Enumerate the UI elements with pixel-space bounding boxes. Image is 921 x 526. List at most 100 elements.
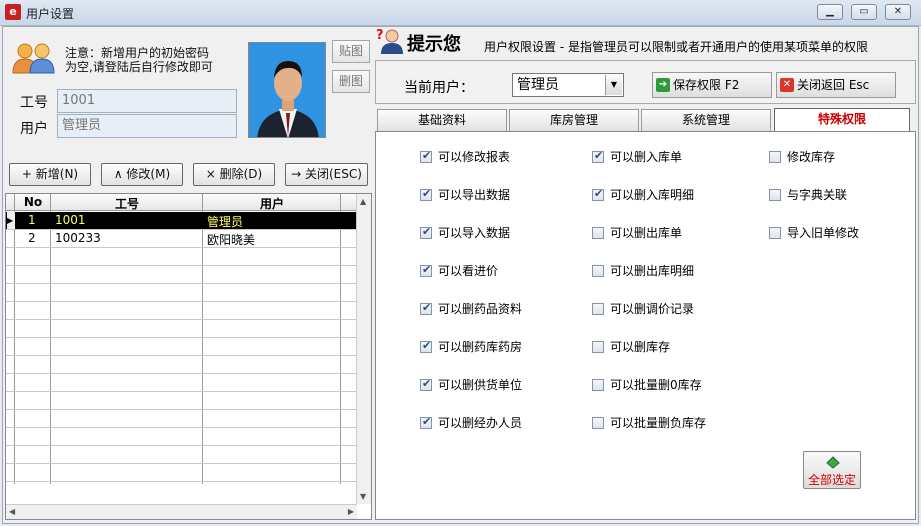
- row-divider: [6, 355, 357, 356]
- employee-id-field[interactable]: 1001: [57, 89, 237, 113]
- row-divider: [6, 463, 357, 464]
- checkbox[interactable]: [592, 187, 604, 201]
- checkbox-label: 可以删出库明细: [610, 264, 695, 278]
- chevron-down-icon[interactable]: ▼: [605, 75, 622, 95]
- user-table[interactable]: No 工号 用户 ▶ 1 1001 管理员 2 100233 欧阳晓美 ▲ ▼ …: [5, 193, 372, 520]
- close-button[interactable]: → 关闭(ESC): [285, 163, 368, 186]
- scroll-down-icon[interactable]: ▼: [360, 492, 366, 501]
- row-divider: [6, 481, 357, 482]
- checkbox-label: 可以删入库单: [610, 150, 683, 164]
- password-note: 注意：新增用户的初始密码 为空,请登陆后自行修改即可: [65, 46, 213, 74]
- current-user-value: 管理员: [517, 77, 559, 93]
- checkbox[interactable]: [420, 149, 432, 163]
- row-divider: [6, 373, 357, 374]
- row-divider: [6, 445, 357, 446]
- tab-system[interactable]: 系统管理: [641, 109, 771, 131]
- save-permissions-button[interactable]: ➔ 保存权限 F2: [652, 72, 772, 98]
- paste-image-button[interactable]: 贴图: [332, 40, 370, 63]
- tab-basic-data[interactable]: 基础资料: [377, 109, 507, 131]
- note-line-2: 为空,请登陆后自行修改即可: [65, 60, 213, 74]
- window-title: 用户设置: [26, 7, 75, 21]
- row-divider: [6, 301, 357, 302]
- header-user[interactable]: 用户: [203, 195, 341, 212]
- add-button[interactable]: + 新增(N): [9, 163, 91, 186]
- checkbox[interactable]: [592, 265, 604, 277]
- green-gem-icon: [826, 456, 840, 469]
- tab-special-permissions[interactable]: 特殊权限: [774, 108, 910, 132]
- checkbox[interactable]: [592, 227, 604, 239]
- vertical-scrollbar[interactable]: ▲ ▼: [356, 194, 371, 504]
- checkbox[interactable]: [592, 417, 604, 429]
- arrow-right-icon: ➔: [656, 78, 670, 92]
- table-row[interactable]: 2 100233 欧阳晓美: [6, 230, 357, 247]
- cell-no: 2: [28, 231, 36, 245]
- employee-id-label: 工号: [20, 95, 48, 111]
- user-name-field[interactable]: 管理员: [57, 114, 237, 138]
- row-divider: [6, 319, 357, 320]
- checkbox[interactable]: [420, 187, 432, 201]
- user-photo: [248, 42, 326, 138]
- scroll-up-icon[interactable]: ▲: [360, 197, 366, 206]
- checkbox-label: 导入旧单修改: [787, 226, 860, 240]
- checkbox[interactable]: [420, 225, 432, 239]
- title-bar: e 用户设置 ▁ ▭ ✕: [0, 0, 921, 26]
- select-all-button[interactable]: 全部选定: [803, 451, 861, 489]
- minimize-button[interactable]: ▁: [817, 4, 843, 20]
- checkbox-label: 可以删出库单: [610, 226, 683, 240]
- checkbox-label: 可以修改报表: [438, 150, 511, 164]
- row-divider: [6, 283, 357, 284]
- checkbox-label: 可以批量删0库存: [610, 378, 702, 392]
- checkbox[interactable]: [420, 301, 432, 315]
- cell-id: 1001: [55, 213, 86, 227]
- note-line-1: 注意：新增用户的初始密码: [65, 46, 210, 60]
- tab-warehouse[interactable]: 库房管理: [509, 109, 639, 131]
- cell-user: 管理员: [207, 215, 244, 229]
- checkbox[interactable]: [420, 377, 432, 391]
- checkbox-label: 可以删供货单位: [438, 378, 523, 392]
- checkbox[interactable]: [420, 339, 432, 353]
- checkbox-label: 可以删调价记录: [610, 302, 695, 316]
- checkbox-label: 修改库存: [787, 150, 836, 164]
- row-divider: [6, 265, 357, 266]
- close-return-button[interactable]: ✕ 关闭返回 Esc: [776, 72, 896, 98]
- edit-button[interactable]: ∧ 修改(M): [101, 163, 183, 186]
- close-button-label: 关闭返回 Esc: [797, 78, 870, 92]
- close-icon: ✕: [780, 78, 794, 92]
- header-no[interactable]: No: [15, 195, 51, 209]
- checkbox[interactable]: [420, 415, 432, 429]
- svg-text:?: ?: [376, 28, 384, 43]
- horizontal-scrollbar[interactable]: ◀ ▶: [6, 504, 357, 519]
- scroll-left-icon[interactable]: ◀: [9, 507, 15, 516]
- row-divider: [6, 247, 357, 248]
- table-row[interactable]: ▶ 1 1001 管理员: [6, 212, 357, 229]
- user-info-panel: 注意：新增用户的初始密码 为空,请登陆后自行修改即可 贴图 删图 工号 1001…: [5, 30, 370, 154]
- permission-tabs: 基础资料 库房管理 系统管理 特殊权限: [375, 108, 916, 132]
- checkbox-label: 可以批量删负库存: [610, 416, 707, 430]
- row-pointer-icon: ▶: [7, 212, 15, 229]
- permission-description: 用户权限设置 - 是指管理员可以限制或者开通用户的使用某项菜单的权限: [484, 40, 868, 54]
- delete-image-button[interactable]: 删图: [332, 70, 370, 93]
- checkbox-label: 可以删药品资料: [438, 302, 523, 316]
- checkbox[interactable]: [592, 149, 604, 163]
- checkbox[interactable]: [769, 151, 781, 163]
- checkbox-label: 与字典关联: [787, 188, 848, 202]
- cell-no: 1: [28, 213, 36, 227]
- delete-button[interactable]: × 删除(D): [193, 163, 275, 186]
- header-id[interactable]: 工号: [51, 195, 203, 212]
- tip-title: 提示您: [407, 34, 461, 55]
- portrait-image: [249, 43, 325, 137]
- checkbox[interactable]: [769, 189, 781, 201]
- scroll-right-icon[interactable]: ▶: [348, 507, 354, 516]
- close-window-button[interactable]: ✕: [885, 4, 911, 20]
- current-user-label: 当前用户：: [404, 80, 474, 96]
- checkbox[interactable]: [592, 379, 604, 391]
- current-user-select[interactable]: 管理员 ▼: [512, 73, 624, 97]
- checkbox-label: 可以删入库明细: [610, 188, 695, 202]
- maximize-button[interactable]: ▭: [851, 4, 877, 20]
- checkbox[interactable]: [769, 227, 781, 239]
- checkbox[interactable]: [592, 341, 604, 353]
- row-divider: [6, 427, 357, 428]
- row-divider: [6, 391, 357, 392]
- checkbox[interactable]: [420, 263, 432, 277]
- checkbox[interactable]: [592, 303, 604, 315]
